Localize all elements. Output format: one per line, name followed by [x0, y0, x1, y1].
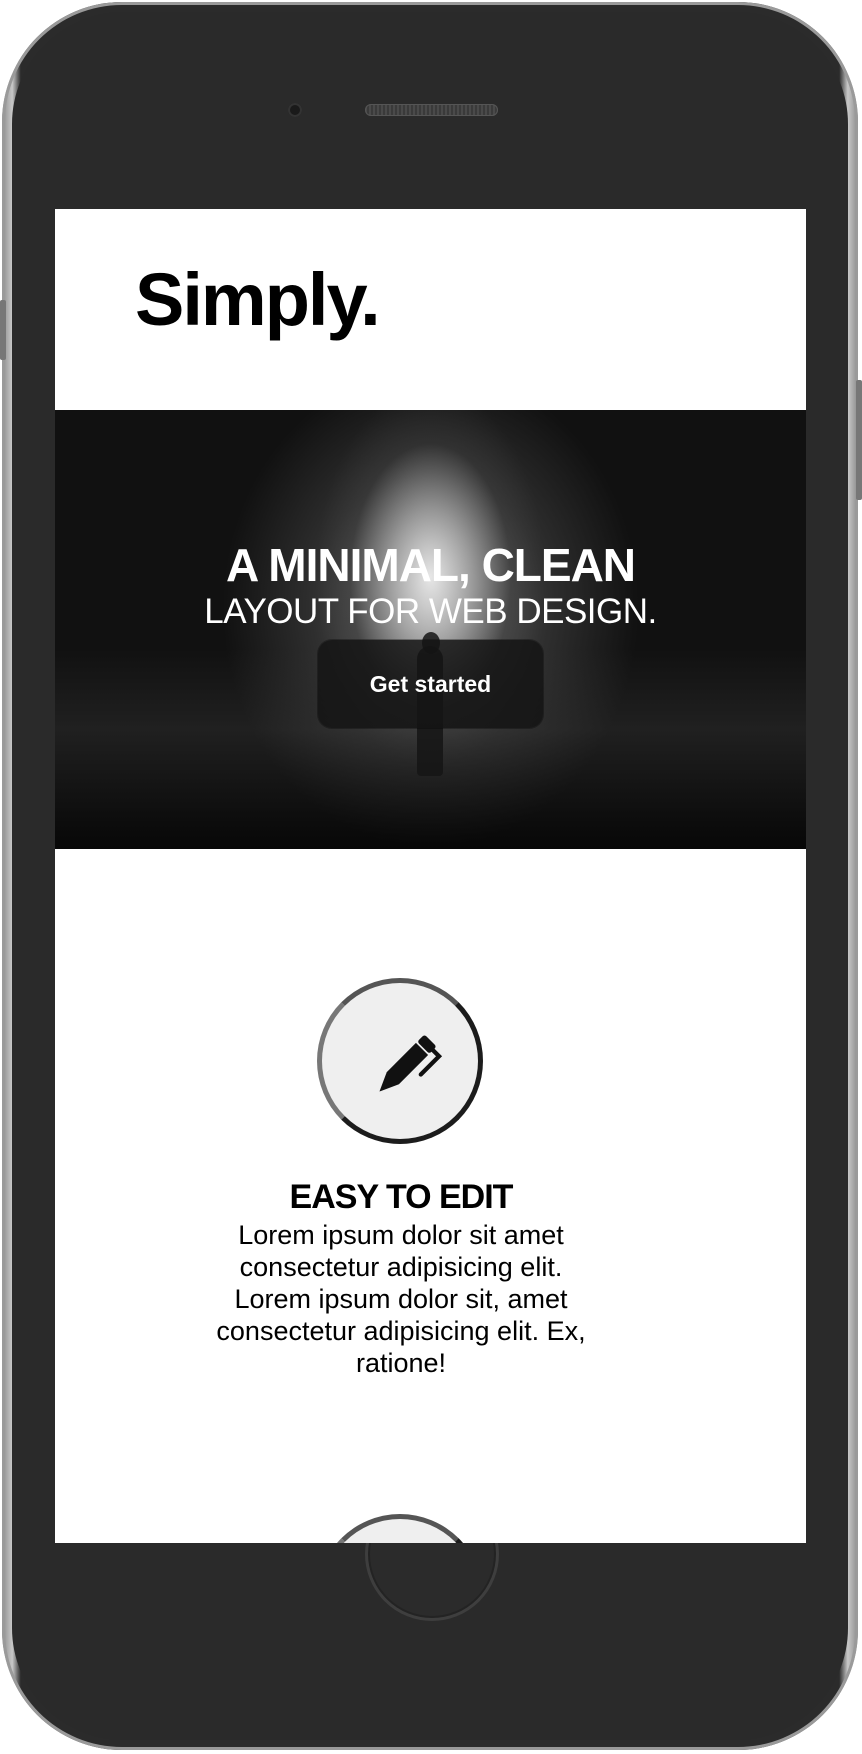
get-started-button[interactable]: Get started	[318, 640, 543, 728]
feature-icon-circle	[317, 978, 483, 1144]
site-header: Simply.	[55, 209, 806, 409]
feature-description: Lorem ipsum dolor sit amet consectetur a…	[216, 1220, 586, 1378]
power-button	[856, 380, 862, 500]
feature-section: EASY TO EDIT Lorem ipsum dolor sit amet …	[55, 849, 806, 1543]
hero-title: A MINIMAL, CLEAN	[225, 539, 636, 591]
earpiece-speaker	[365, 104, 498, 116]
feature-title: EASY TO EDIT	[289, 1178, 514, 1216]
front-camera	[288, 103, 302, 117]
hero-subtitle: LAYOUT FOR WEB DESIGN.	[204, 592, 657, 631]
pen-icon	[379, 1035, 443, 1092]
phone-screen: Simply. A MINIMAL, CLEAN LAYOUT FOR WEB …	[55, 209, 806, 1543]
site-logo[interactable]: Simply.	[135, 257, 381, 342]
volume-button	[0, 300, 6, 360]
hero-section: A MINIMAL, CLEAN LAYOUT FOR WEB DESIGN. …	[55, 410, 806, 849]
next-feature-icon-circle	[317, 1514, 483, 1543]
